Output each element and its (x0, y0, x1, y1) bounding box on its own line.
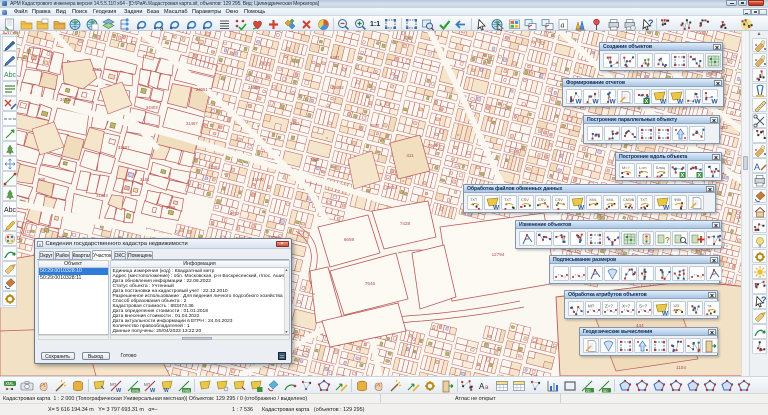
svg-text:?: ? (665, 236, 670, 245)
svg-text:XML: XML (606, 198, 614, 202)
svg-text:M?: M? (588, 304, 595, 309)
svg-text:W: W (663, 205, 670, 212)
svg-text:ФЛК: ФЛК (674, 198, 682, 202)
svg-text:W: W (660, 99, 667, 106)
svg-text:M=?: M=? (622, 166, 630, 170)
svg-text:XML: XML (132, 388, 140, 392)
svg-text:W: W (493, 205, 500, 212)
svg-text:W: W (695, 99, 702, 106)
svg-text:W: W (712, 99, 719, 106)
svg-text:TXT: TXT (640, 198, 648, 202)
svg-text:a: a (561, 20, 565, 29)
svg-text:TXT: TXT (470, 198, 478, 202)
svg-text:Z=?: Z=? (605, 304, 613, 309)
svg-text:W: W (610, 99, 617, 106)
svg-text:3D: 3D (603, 388, 608, 392)
svg-text:L=m: L=m (639, 166, 647, 170)
svg-text:X: X (698, 173, 702, 179)
svg-text:?: ? (761, 295, 767, 305)
svg-text:M?: M? (144, 382, 151, 387)
svg-text:W: W (677, 99, 684, 106)
svg-text:W: W (576, 99, 583, 106)
svg-text:W: W (662, 311, 669, 318)
svg-text:X: X (645, 99, 649, 105)
svg-text:a: a (485, 385, 489, 391)
svg-text:СМЭВ: СМЭВ (623, 198, 635, 202)
svg-text:W: W (593, 99, 600, 106)
svg-text:W: W (150, 388, 156, 393)
svg-text:125: 125 (673, 304, 679, 308)
svg-text:X=?: X=? (622, 304, 631, 309)
svg-text:Abc: Abc (4, 207, 17, 214)
svg-text:TXT: TXT (504, 198, 512, 202)
svg-text:XML: XML (589, 198, 597, 202)
svg-text:M?: M? (110, 382, 117, 387)
svg-text:Abc: Abc (4, 72, 17, 79)
svg-text:W: W (164, 388, 169, 393)
svg-text:+a: +a (707, 304, 712, 308)
svg-text:S=?: S=? (639, 304, 648, 309)
svg-text:XML: XML (5, 381, 14, 386)
svg-text:a: a (160, 26, 164, 31)
svg-text:A: A (754, 162, 760, 172)
svg-text:Блиц: Блиц (656, 166, 666, 170)
svg-text:CSV: CSV (521, 198, 529, 202)
svg-text:?: ? (648, 18, 653, 28)
svg-text:X: X (681, 173, 685, 179)
svg-text:CSV: CSV (538, 198, 546, 202)
svg-text:W: W (116, 388, 122, 393)
svg-text:W: W (578, 205, 585, 212)
svg-text:CSV: CSV (555, 198, 563, 202)
svg-text:2D: 2D (586, 388, 591, 392)
svg-text:УКВ: УКВ (183, 388, 191, 392)
